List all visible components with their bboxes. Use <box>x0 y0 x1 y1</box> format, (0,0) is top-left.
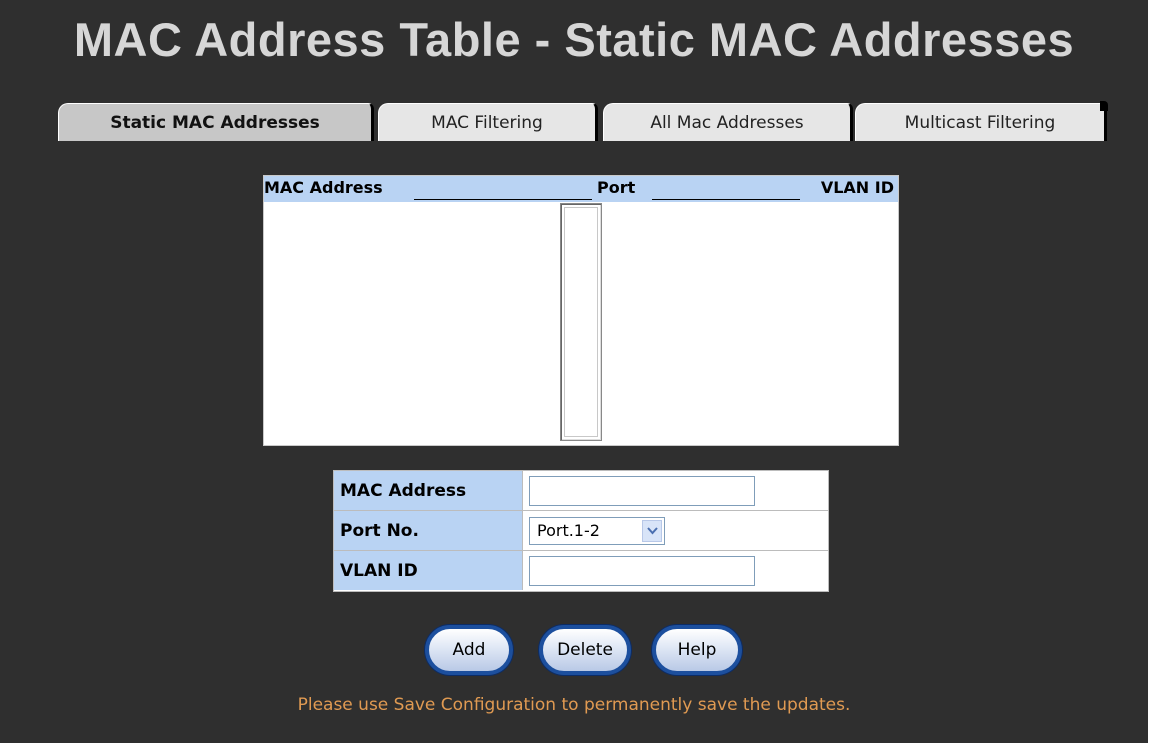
vlan-id-input[interactable] <box>529 556 755 586</box>
tab-multicast-filtering[interactable]: Multicast Filtering <box>855 103 1107 141</box>
page-title: MAC Address Table - Static MAC Addresses <box>73 13 1075 66</box>
static-mac-list: MAC Address Port VLAN ID <box>263 175 899 446</box>
column-header-mac-address: MAC Address <box>264 178 383 197</box>
help-button[interactable]: Help <box>652 625 742 675</box>
column-header-vlan-id: VLAN ID <box>820 178 894 197</box>
tab-corner-decoration <box>1100 101 1108 111</box>
mac-entries-listbox[interactable] <box>560 203 602 441</box>
header-divider <box>414 199 592 200</box>
form-row-port: Port No. Port.1-2 <box>334 511 828 551</box>
form-row-mac: MAC Address <box>334 471 828 511</box>
save-configuration-note: Please use Save Configuration to permane… <box>297 695 851 715</box>
add-entry-form: MAC Address Port No. Port.1-2 VLAN ID <box>333 470 829 592</box>
port-select[interactable]: Port.1-2 <box>529 517 665 545</box>
tab-static-mac-addresses[interactable]: Static MAC Addresses <box>58 103 374 141</box>
tab-mac-filtering[interactable]: MAC Filtering <box>378 103 598 141</box>
form-row-vlan: VLAN ID <box>334 551 828 591</box>
chevron-down-icon[interactable] <box>642 520 662 542</box>
tab-all-mac-addresses[interactable]: All Mac Addresses <box>603 103 853 141</box>
column-header-port: Port <box>597 178 636 197</box>
delete-button[interactable]: Delete <box>539 625 631 675</box>
list-header: MAC Address Port VLAN ID <box>264 176 898 202</box>
mac-address-label: MAC Address <box>334 471 523 510</box>
header-divider <box>652 199 800 200</box>
vlan-id-label: VLAN ID <box>334 551 523 590</box>
listbox-inner <box>564 207 598 437</box>
port-no-label: Port No. <box>334 511 523 550</box>
add-button[interactable]: Add <box>425 625 513 675</box>
browser-frame: MAC Address Table - Static MAC Addresses… <box>0 0 1156 743</box>
content-panel: MAC Address Table - Static MAC Addresses… <box>0 0 1148 743</box>
mac-address-input[interactable] <box>529 476 755 506</box>
port-select-value: Port.1-2 <box>537 521 600 540</box>
